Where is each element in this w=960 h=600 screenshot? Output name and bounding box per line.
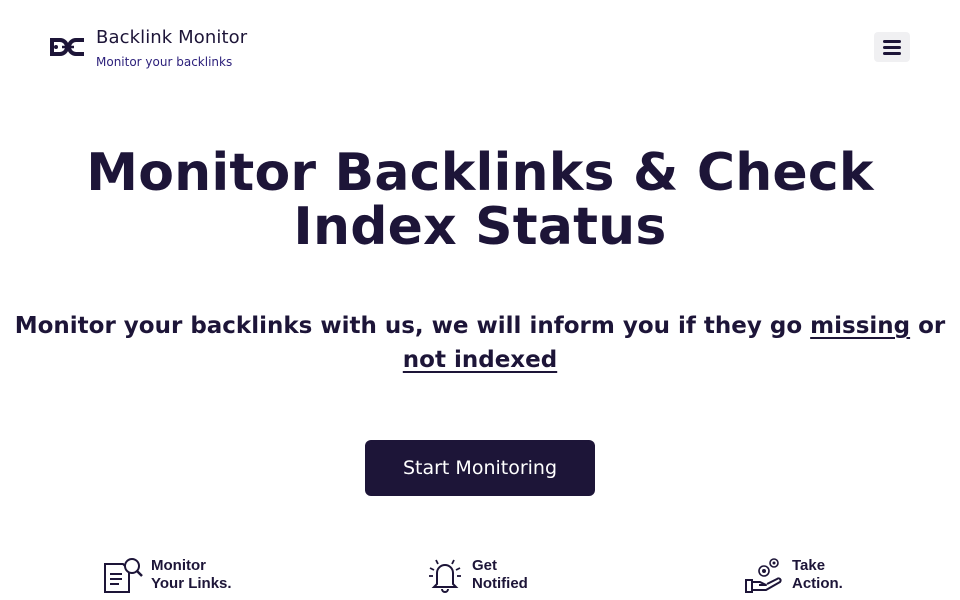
feature-label: Monitor Your Links. <box>151 557 232 592</box>
missing-link[interactable]: missing <box>810 313 910 339</box>
feature-get-notified: Get Notified <box>426 556 528 594</box>
feature-monitor-links: Monitor Your Links. <box>103 556 232 594</box>
brand-subtitle: Monitor your backlinks <box>96 55 233 69</box>
brand-title: Backlink Monitor <box>96 27 248 48</box>
not-indexed-link[interactable]: not indexed <box>403 347 557 373</box>
hero-title: Monitor Backlinks & Check Index Status <box>86 143 874 257</box>
hamburger-menu-icon <box>883 39 901 43</box>
hero-subtitle-prefix: Monitor your backlinks with us, we will … <box>14 313 803 339</box>
brand-logo-link[interactable]: Backlink Monitor Monitor your backlinks <box>50 28 247 69</box>
feature-label: Take Action. <box>792 557 843 592</box>
hand-gear-icon <box>745 558 782 593</box>
hero-subtitle: Monitor your backlinks with us, we will … <box>0 309 960 377</box>
bell-icon <box>429 559 461 593</box>
site-header: Backlink Monitor Monitor your backlinks <box>0 0 960 90</box>
feature-take-action: Take Action. <box>744 556 843 594</box>
menu-toggle-button[interactable] <box>874 32 910 62</box>
start-monitoring-button[interactable]: Start Monitoring <box>365 440 595 496</box>
document-search-icon <box>104 558 143 593</box>
feature-label: Get Notified <box>472 557 528 592</box>
hero-subtitle-or: or <box>918 313 946 339</box>
brand-text: Backlink Monitor Monitor your backlinks <box>96 27 248 70</box>
chain-link-icon <box>50 38 84 56</box>
